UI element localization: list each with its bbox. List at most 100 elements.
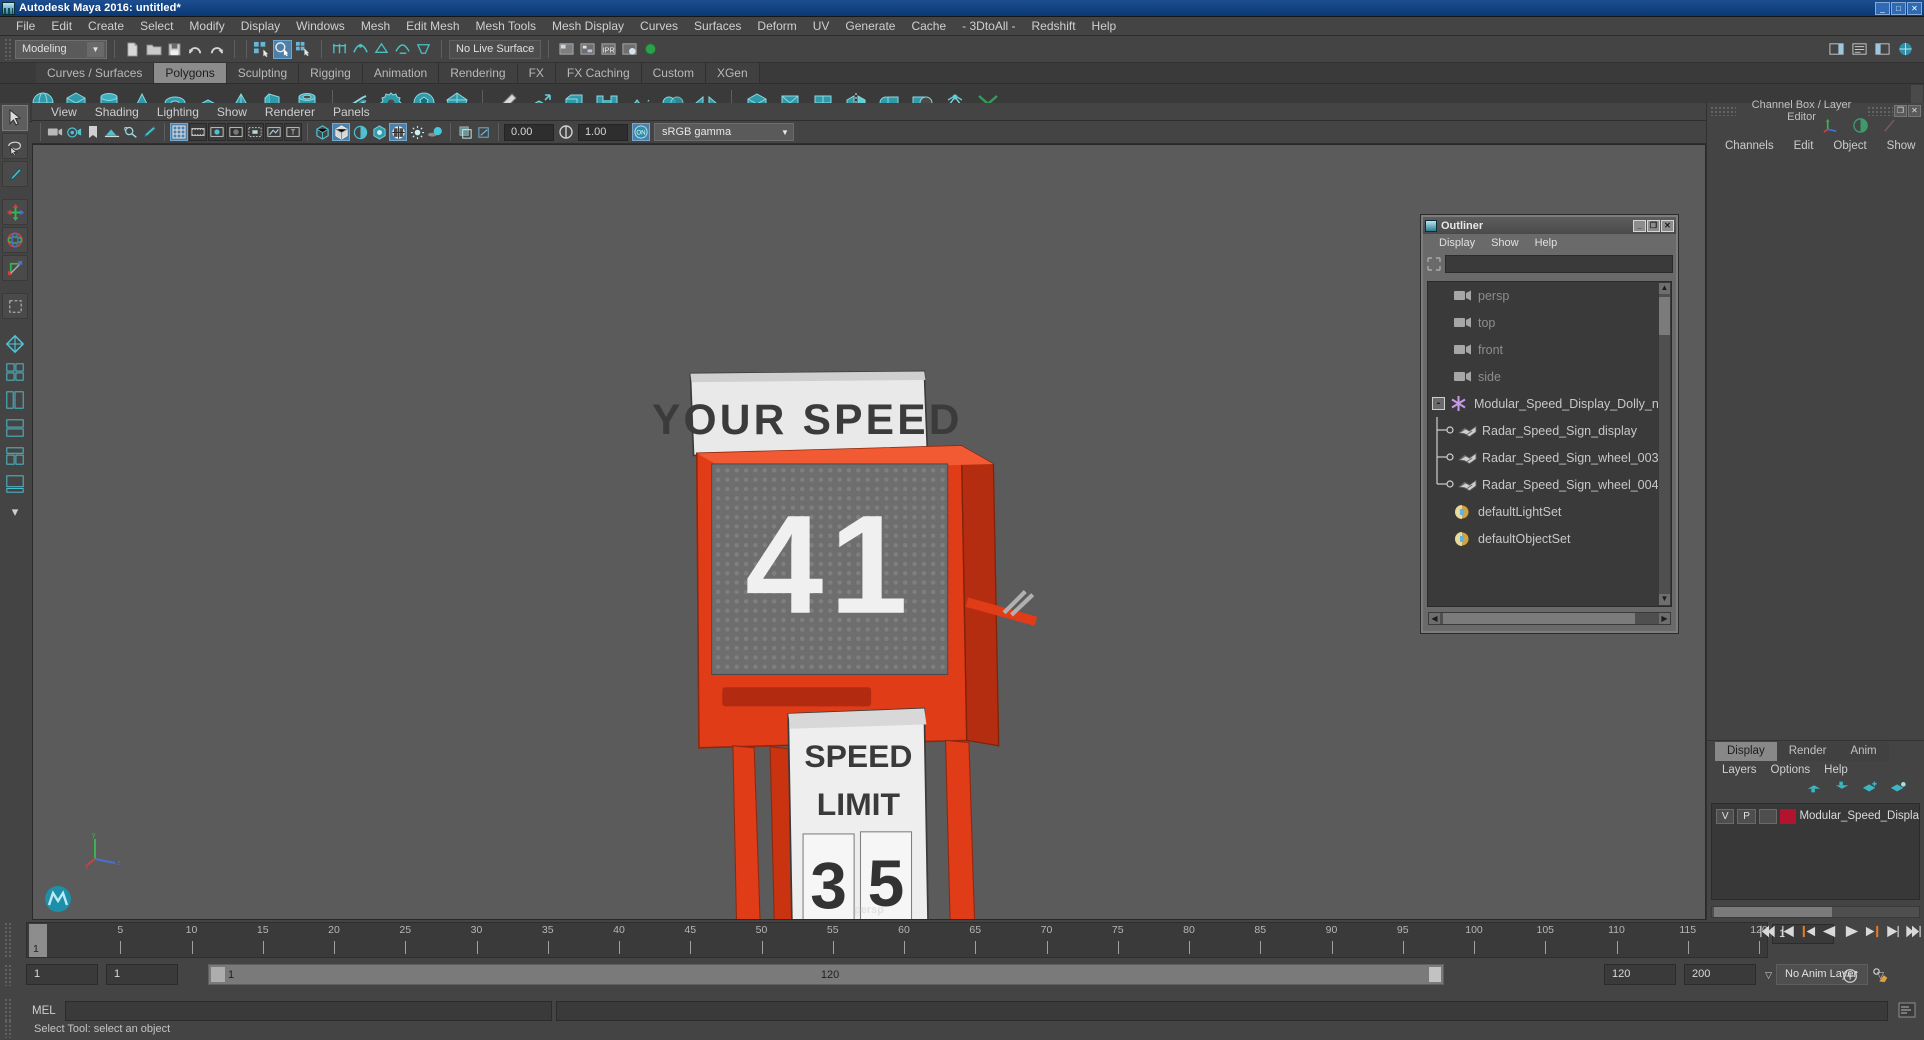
menu-edit[interactable]: Edit [43, 18, 80, 34]
outliner-title-bar[interactable]: Outliner _ ❐ ✕ [1423, 217, 1676, 234]
snap-curve-icon[interactable] [351, 40, 370, 59]
outliner-item[interactable]: Radar_Speed_Sign_wheel_003 [1428, 444, 1671, 471]
shadows-icon[interactable] [427, 123, 445, 141]
new-layer-from-selected-icon[interactable] [1890, 780, 1906, 799]
color-management-toggle-icon[interactable]: ON [632, 123, 650, 141]
layer-menu-help[interactable]: Help [1817, 764, 1855, 776]
channel-box-icon[interactable] [1896, 40, 1915, 59]
new-layer-icon[interactable] [1862, 780, 1878, 799]
outliner-item[interactable]: defaultObjectSet [1428, 525, 1671, 552]
select-component-icon[interactable] [294, 40, 313, 59]
redo-icon[interactable] [207, 40, 226, 59]
select-object-icon[interactable] [273, 39, 292, 59]
outliner-item[interactable]: defaultLightSet [1428, 498, 1671, 525]
attribute-editor-icon[interactable] [1850, 40, 1869, 59]
layer-tab-anim[interactable]: Anim [1838, 742, 1889, 761]
scroll-left-icon[interactable]: ◀ [1429, 613, 1440, 624]
shelf-tab-rigging[interactable]: Rigging [299, 63, 363, 83]
scroll-down-icon[interactable]: ▼ [1659, 594, 1670, 605]
outliner-horizontal-scrollbar[interactable]: ◀ ▶ [1428, 612, 1671, 625]
select-hierarchy-icon[interactable] [252, 40, 271, 59]
play-forwards-icon[interactable] [1843, 923, 1860, 940]
panel-menu-lighting[interactable]: Lighting [148, 105, 208, 119]
shelf-tab-animation[interactable]: Animation [362, 63, 440, 83]
maximize-icon[interactable]: □ [1891, 1, 1906, 15]
smooth-shade-icon[interactable] [332, 123, 350, 141]
render-settings-icon[interactable] [620, 40, 639, 59]
menu-mesh-tools[interactable]: Mesh Tools [468, 18, 544, 34]
shelf-tab-fx[interactable]: FX [517, 63, 556, 83]
command-input[interactable] [64, 1001, 552, 1021]
gamma-toggle-icon[interactable] [557, 123, 575, 141]
scale-tool[interactable] [2, 255, 28, 281]
scroll-thumb[interactable] [1443, 613, 1635, 624]
minimize-icon[interactable]: _ [1875, 1, 1890, 15]
shelf-tab-custom[interactable]: Custom [641, 63, 706, 83]
current-time-indicator[interactable]: 1 [29, 924, 47, 957]
film-origin-icon[interactable] [246, 123, 264, 141]
live-surface-field[interactable]: No Live Surface [449, 39, 541, 59]
menu-3dtoall[interactable]: - 3DtoAll - [954, 18, 1023, 34]
camera-attributes-icon[interactable] [65, 123, 83, 141]
select-camera-icon[interactable] [46, 123, 64, 141]
outliner-filter-icon[interactable] [1426, 256, 1442, 272]
shelf-tab-rendering[interactable]: Rendering [439, 63, 518, 83]
use-all-lights-icon[interactable] [408, 123, 426, 141]
outliner-menu-help[interactable]: Help [1527, 237, 1566, 249]
wireframe-icon[interactable] [313, 123, 331, 141]
menu-windows[interactable]: Windows [288, 18, 353, 34]
safe-title-icon[interactable]: T [284, 123, 302, 141]
panel-menu-show[interactable]: Show [208, 105, 256, 119]
render-view-icon[interactable] [557, 40, 576, 59]
move-layer-down-icon[interactable] [1834, 780, 1850, 799]
range-start-field[interactable]: 1 [106, 964, 178, 985]
snap-point-icon[interactable] [372, 40, 391, 59]
window-controls[interactable]: _ □ ✕ [1875, 1, 1922, 15]
dock-grip-2[interactable] [1867, 106, 1893, 116]
command-line-grip[interactable] [4, 998, 13, 1022]
bookmark-icon[interactable] [84, 123, 102, 141]
outliner-search-row[interactable] [1426, 253, 1673, 274]
scroll-thumb[interactable] [1714, 907, 1832, 917]
grid-icon[interactable] [170, 123, 188, 141]
menu-surfaces[interactable]: Surfaces [686, 18, 749, 34]
main-menu-bar[interactable]: File Edit Create Select Modify Display Windows… [0, 17, 1924, 36]
outliner-search-input[interactable] [1445, 254, 1673, 273]
shelf-tab-bar[interactable]: Curves / Surfaces Polygons Sculpting Riggin… [0, 63, 1924, 84]
layer-playback-toggle[interactable]: P [1737, 808, 1756, 824]
undo-icon[interactable] [186, 40, 205, 59]
color-management-selector[interactable]: sRGB gamma ▼ [654, 123, 794, 141]
make-live-icon[interactable] [641, 40, 660, 59]
hypershade-persp-layout[interactable] [2, 443, 28, 469]
menu-redshift[interactable]: Redshift [1024, 18, 1084, 34]
animation-preferences-icon[interactable] [1872, 967, 1890, 985]
persp-trax-layout[interactable] [2, 471, 28, 497]
range-bar[interactable]: 1 120 [208, 964, 1444, 985]
anim-icons[interactable] [1842, 967, 1890, 985]
single-perspective-layout[interactable] [2, 331, 28, 357]
menu-curves[interactable]: Curves [632, 18, 686, 34]
render-current-frame-icon[interactable] [578, 40, 597, 59]
menu-set-selector[interactable]: Modeling ▼ [15, 39, 107, 59]
outliner-item[interactable]: Radar_Speed_Sign_wheel_004 [1428, 471, 1671, 498]
image-plane-icon[interactable] [103, 123, 121, 141]
resolution-gate-icon[interactable] [208, 123, 226, 141]
menu-edit-mesh[interactable]: Edit Mesh [398, 18, 467, 34]
panel-toolbar[interactable]: T 0.00 1.00 ON sRGB gamma ▼ [32, 121, 1706, 144]
channel-box-menu-edit[interactable]: Edit [1784, 140, 1824, 152]
shaded-wireframe-icon[interactable] [351, 123, 369, 141]
panel-menu-panels[interactable]: Panels [324, 105, 379, 119]
scroll-thumb[interactable] [1659, 297, 1670, 335]
script-editor-icon[interactable] [1898, 1002, 1916, 1024]
outliner-vertical-scrollbar[interactable]: ▲ ▼ [1658, 282, 1671, 606]
layer-list[interactable]: V P Modular_Speed_Displa [1711, 803, 1920, 900]
outliner-menu-display[interactable]: Display [1431, 237, 1483, 249]
timeline-grip[interactable] [4, 922, 13, 958]
panel-menu-bar[interactable]: View Shading Lighting Show Renderer Panels [32, 103, 1706, 121]
menu-modify[interactable]: Modify [181, 18, 232, 34]
close-icon[interactable]: ✕ [1661, 219, 1674, 232]
menu-mesh-display[interactable]: Mesh Display [544, 18, 632, 34]
tool-settings-icon[interactable] [1873, 40, 1892, 59]
four-view-layout[interactable] [2, 359, 28, 385]
snap-projected-icon[interactable] [393, 40, 412, 59]
